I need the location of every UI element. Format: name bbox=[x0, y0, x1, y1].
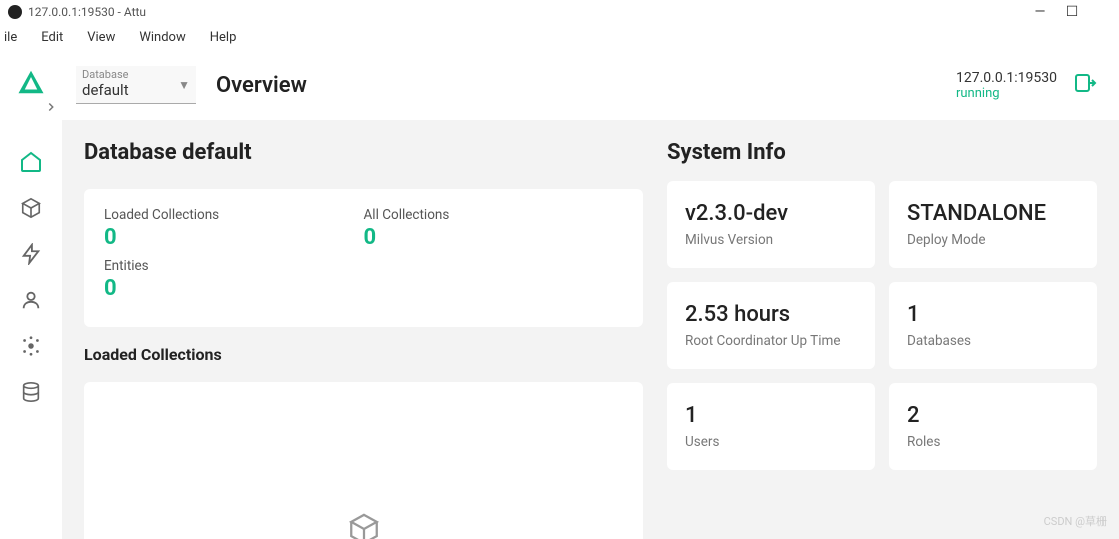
window-title: 127.0.0.1:19530 - Attu bbox=[28, 5, 146, 19]
logout-icon[interactable] bbox=[1073, 71, 1097, 99]
sys-card-uptime: 2.53 hours Root Coordinator Up Time bbox=[667, 282, 875, 369]
connection-address: 127.0.0.1:19530 bbox=[956, 70, 1057, 86]
chevron-down-icon: ▼ bbox=[178, 78, 190, 92]
sys-value: 1 bbox=[685, 403, 857, 428]
entities-value: 0 bbox=[104, 276, 364, 301]
sys-card-roles: 2 Roles bbox=[889, 383, 1097, 470]
sys-label: Databases bbox=[907, 333, 1079, 349]
sys-label: Users bbox=[685, 434, 857, 450]
sys-value: 1 bbox=[907, 302, 1079, 327]
empty-box-icon bbox=[347, 512, 381, 539]
all-collections-label: All Collections bbox=[364, 207, 624, 223]
logo-icon bbox=[16, 68, 46, 100]
database-heading: Database default bbox=[84, 140, 643, 165]
menu-edit[interactable]: Edit bbox=[31, 28, 73, 47]
sidebar-expand-icon[interactable] bbox=[44, 99, 58, 118]
nav-database-icon[interactable] bbox=[19, 380, 43, 404]
database-selector-value: default bbox=[82, 81, 172, 99]
minimize-button[interactable]: — bbox=[1033, 5, 1047, 19]
sys-value: 2 bbox=[907, 403, 1079, 428]
sys-card-databases: 1 Databases bbox=[889, 282, 1097, 369]
nav-system-icon[interactable] bbox=[19, 334, 43, 358]
loaded-collections-card bbox=[84, 382, 643, 539]
system-info-grid: v2.3.0-dev Milvus Version STANDALONE Dep… bbox=[667, 181, 1097, 470]
sys-value: STANDALONE bbox=[907, 201, 1079, 226]
page-title: Overview bbox=[216, 73, 307, 98]
sys-label: Deploy Mode bbox=[907, 232, 1079, 248]
entities-label: Entities bbox=[104, 258, 364, 274]
sys-value: 2.53 hours bbox=[685, 302, 857, 327]
sys-value: v2.3.0-dev bbox=[685, 201, 857, 226]
nav-collections-icon[interactable] bbox=[19, 196, 43, 220]
loaded-collections-value: 0 bbox=[104, 225, 364, 250]
close-button[interactable] bbox=[1097, 5, 1111, 19]
watermark: CSDN @草栅 bbox=[1044, 513, 1107, 529]
loaded-collections-title: Loaded Collections bbox=[84, 345, 643, 364]
menu-help[interactable]: Help bbox=[200, 28, 247, 47]
maximize-button[interactable]: ☐ bbox=[1065, 5, 1079, 19]
titlebar: 127.0.0.1:19530 - Attu — ☐ bbox=[0, 0, 1119, 24]
sys-label: Roles bbox=[907, 434, 1079, 450]
stats-card: Loaded Collections 0 All Collections 0 E… bbox=[84, 189, 643, 327]
sys-card-milvus-version: v2.3.0-dev Milvus Version bbox=[667, 181, 875, 268]
nav-overview-icon[interactable] bbox=[19, 150, 43, 174]
nav-search-icon[interactable] bbox=[19, 242, 43, 266]
sidebar bbox=[0, 52, 62, 539]
connection-status: running bbox=[956, 86, 1057, 101]
database-selector-label: Database bbox=[82, 68, 172, 81]
sys-label: Root Coordinator Up Time bbox=[685, 333, 857, 349]
topbar: Database default ▼ Overview 127.0.0.1:19… bbox=[62, 52, 1119, 120]
menubar: ile Edit View Window Help bbox=[0, 24, 1119, 52]
app-icon bbox=[8, 5, 22, 19]
nav-users-icon[interactable] bbox=[19, 288, 43, 312]
system-info-heading: System Info bbox=[667, 140, 1097, 165]
sys-card-deploy-mode: STANDALONE Deploy Mode bbox=[889, 181, 1097, 268]
menu-view[interactable]: View bbox=[77, 28, 125, 47]
menu-window[interactable]: Window bbox=[129, 28, 195, 47]
database-selector[interactable]: Database default ▼ bbox=[76, 66, 196, 104]
sys-card-users: 1 Users bbox=[667, 383, 875, 470]
window-controls: — ☐ bbox=[1033, 5, 1111, 19]
connection-info: 127.0.0.1:19530 running bbox=[956, 70, 1057, 101]
loaded-collections-label: Loaded Collections bbox=[104, 207, 364, 223]
menu-file[interactable]: ile bbox=[2, 28, 27, 47]
sys-label: Milvus Version bbox=[685, 232, 857, 248]
all-collections-value: 0 bbox=[364, 225, 624, 250]
